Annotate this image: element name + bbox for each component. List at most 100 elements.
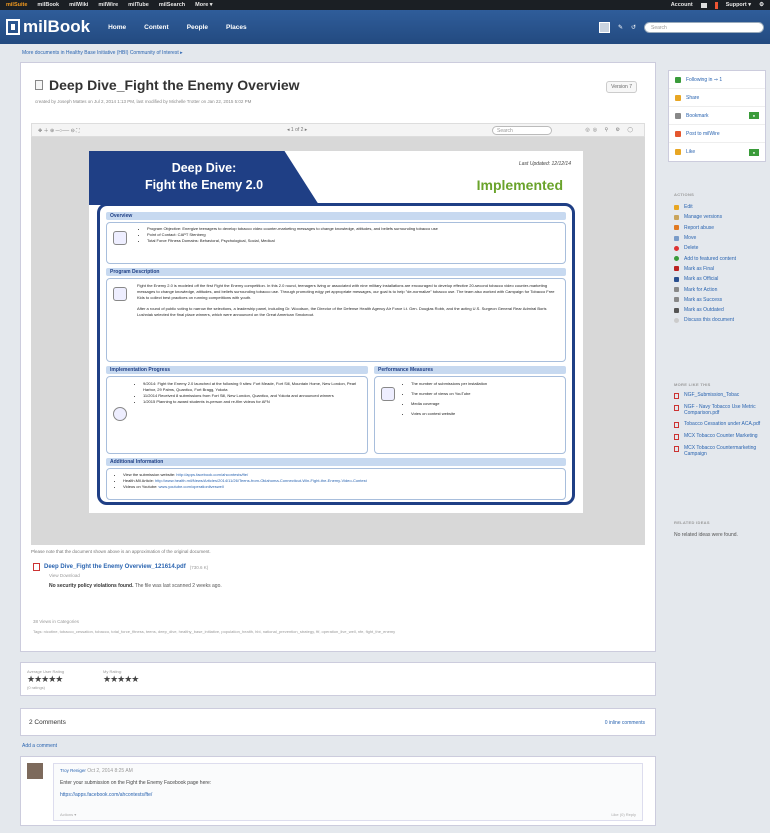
security-status: No security policy violations found. The… bbox=[49, 583, 222, 589]
comment-text: Enter your submission on the Fight the E… bbox=[60, 780, 212, 786]
attachment-link[interactable]: Deep Dive_Fight the Enemy Overview_12161… bbox=[33, 563, 208, 571]
nav-places[interactable]: Places bbox=[226, 24, 247, 31]
my-rating: My Rating: ★★★★★ bbox=[103, 669, 139, 685]
more-item[interactable]: MCX Tobacco Counter Marketing bbox=[674, 433, 766, 440]
my-rating-stars[interactable]: ★★★★★ bbox=[103, 674, 139, 685]
page-title: Deep Dive_Fight the Enemy Overview bbox=[35, 77, 300, 93]
viewer-search-input[interactable]: Search bbox=[492, 125, 552, 135]
commenter-avatar[interactable] bbox=[27, 763, 43, 779]
action-report-abuse[interactable]: Report abuse bbox=[674, 223, 736, 233]
support-menu[interactable]: Support ▾ bbox=[726, 2, 751, 8]
main-nav: Home Content People Places bbox=[108, 24, 247, 31]
document-list-icon bbox=[113, 287, 127, 301]
action-mark-final[interactable]: Mark as Final bbox=[674, 264, 736, 274]
more-item[interactable]: NGF_Submission_Tobac bbox=[674, 392, 766, 399]
additional-link[interactable]: http://www.health.mil/News/Articles/2014… bbox=[155, 478, 367, 483]
hashtag-icon bbox=[381, 387, 395, 401]
additional-text: View the submission website: http://apps… bbox=[113, 472, 559, 490]
tags-list[interactable]: Tags: nicotine, tobacco_cessation, tobac… bbox=[33, 629, 633, 634]
action-mark-outdated[interactable]: Mark as Outdated bbox=[674, 305, 736, 315]
topbar-milsearch[interactable]: milSearch bbox=[159, 2, 185, 8]
action-move[interactable]: Move bbox=[674, 233, 736, 243]
following-button[interactable]: Following in ⇝ 1 bbox=[669, 71, 765, 89]
monitor-icon[interactable] bbox=[700, 2, 707, 8]
share-button[interactable]: Share bbox=[669, 89, 765, 107]
history-icon[interactable]: ↺ bbox=[631, 24, 636, 31]
action-label: Mark for Action bbox=[684, 286, 718, 293]
viewer-note: Please note that the document shown abov… bbox=[31, 549, 211, 554]
related-ideas-empty: No related ideas were found. bbox=[674, 532, 738, 538]
action-manage-versions[interactable]: Manage versions bbox=[674, 212, 736, 222]
share-label: Share bbox=[686, 94, 700, 101]
inline-comments-link[interactable]: 0 inline comments bbox=[605, 720, 645, 726]
topbar-milwiki[interactable]: milWiki bbox=[69, 2, 88, 8]
additional-box: View the submission website: http://apps… bbox=[106, 468, 566, 500]
action-delete[interactable]: Delete bbox=[674, 243, 736, 253]
view-download-links[interactable]: View Download bbox=[49, 573, 80, 578]
global-search-input[interactable]: Search bbox=[644, 21, 764, 33]
additional-label: View the submission website: bbox=[123, 472, 177, 477]
security-rest: The file was last scanned 2 weeks ago. bbox=[133, 583, 222, 589]
viewer-toolbar: ✥ ＋ ⊕ ─○── ⊖ ⛶ ◂ 1 of 2 ▸ Search ◎◎ ⚲ ⚙ … bbox=[31, 123, 645, 137]
action-mark-for-action[interactable]: Mark for Action bbox=[674, 284, 736, 294]
action-label: Mark as Outdated bbox=[684, 307, 724, 314]
more-item[interactable]: Tobacco Cessation under ACA.pdf bbox=[674, 421, 766, 428]
document-slide: Deep Dive: Fight the Enemy 2.0 Last Upda… bbox=[89, 151, 583, 513]
action-edit[interactable]: Edit bbox=[674, 202, 736, 212]
like-count-badge: ● bbox=[749, 148, 759, 156]
overview-item: Total Force Fitness Domains: Behavioral,… bbox=[147, 238, 557, 244]
add-comment-link[interactable]: Add a comment bbox=[22, 743, 57, 749]
implementation-item: 9/2014: Fight the Enemy 2.0 launched at … bbox=[143, 381, 363, 393]
breadcrumb[interactable]: More documents in Healthy Base Initiativ… bbox=[22, 50, 183, 56]
bookmark-button[interactable]: Bookmark ● bbox=[669, 107, 765, 125]
comment-link[interactable]: https://apps.facebook.com/ahcontests/fte… bbox=[60, 792, 636, 798]
security-bold: No security policy violations found. bbox=[49, 583, 134, 589]
settings-icon[interactable]: ⚙ bbox=[759, 2, 764, 8]
action-discuss[interactable]: Discuss this document bbox=[674, 315, 736, 325]
implementation-box: 9/2014: Fight the Enemy 2.0 launched at … bbox=[106, 376, 368, 454]
warning-icon bbox=[674, 225, 679, 231]
pdf-icon bbox=[674, 393, 679, 399]
more-item[interactable]: NGF - Navy Tobacco Use Metric Comparison… bbox=[674, 404, 766, 416]
action-add-featured[interactable]: Add to featured content bbox=[674, 253, 736, 263]
nav-people[interactable]: People bbox=[187, 24, 208, 31]
comment-author[interactable]: Troy Reniger bbox=[60, 768, 86, 773]
topbar-milbook[interactable]: milBook bbox=[37, 2, 59, 8]
implementation-item: 1/2015 Planning to award students in-per… bbox=[143, 399, 363, 405]
comment-like-reply[interactable]: Like (0) Reply bbox=[611, 812, 636, 817]
attachment-name[interactable]: Deep Dive_Fight the Enemy Overview_12161… bbox=[44, 564, 186, 570]
viewer-controls[interactable]: ◎◎ ⚲ ⚙ ◯ bbox=[585, 127, 636, 133]
nav-home[interactable]: Home bbox=[108, 24, 126, 31]
topbar-milsuite[interactable]: milSuite bbox=[6, 2, 27, 8]
post-to-milwire-button[interactable]: Post to milWire bbox=[669, 125, 765, 143]
like-icon bbox=[675, 149, 681, 155]
compose-icon[interactable]: ✎ bbox=[618, 24, 623, 31]
topbar-milwire[interactable]: milWire bbox=[98, 2, 118, 8]
like-button[interactable]: Like ● bbox=[669, 143, 765, 161]
page-indicator[interactable]: ◂ 1 of 2 ▸ bbox=[287, 127, 307, 133]
additional-link[interactable]: www.youtube.com/operationliveswell bbox=[159, 484, 224, 489]
account-menu[interactable]: Account bbox=[671, 2, 693, 8]
action-mark-official[interactable]: Mark as Official bbox=[674, 274, 736, 284]
pdf-icon bbox=[674, 446, 679, 452]
document-viewer[interactable]: Deep Dive: Fight the Enemy 2.0 Last Upda… bbox=[31, 137, 645, 545]
like-label: Like bbox=[686, 149, 696, 155]
more-item[interactable]: MCX Tobacco Countermarketing Campaign bbox=[674, 445, 766, 457]
milbook-logo[interactable]: milBook bbox=[6, 17, 90, 37]
version-button[interactable]: Version 7 bbox=[606, 81, 637, 93]
nav-content[interactable]: Content bbox=[144, 24, 169, 31]
additional-link[interactable]: http://apps.facebook.com/ahcontests/fte/ bbox=[176, 472, 248, 477]
alert-icon[interactable] bbox=[714, 1, 718, 9]
milwire-icon bbox=[675, 130, 681, 137]
topbar-more[interactable]: More ▾ bbox=[195, 2, 212, 8]
overview-heading: Overview bbox=[106, 212, 566, 220]
user-avatar[interactable] bbox=[598, 21, 610, 33]
comment-actions-menu[interactable]: Actions ▾ bbox=[60, 812, 76, 817]
zoom-icons[interactable]: ✥ ＋ ⊕ ─○── ⊖ ⛶ bbox=[38, 127, 80, 134]
comment-time: Oct 2, 2014 8:25 AM bbox=[87, 768, 133, 774]
slide-title-line2: Fight the Enemy 2.0 bbox=[144, 178, 264, 192]
implementation-heading: Implementation Progress bbox=[106, 366, 368, 374]
topbar-miltube[interactable]: milTube bbox=[128, 2, 149, 8]
performance-item: Media coverage bbox=[411, 401, 561, 407]
action-mark-success[interactable]: Mark as Success bbox=[674, 295, 736, 305]
